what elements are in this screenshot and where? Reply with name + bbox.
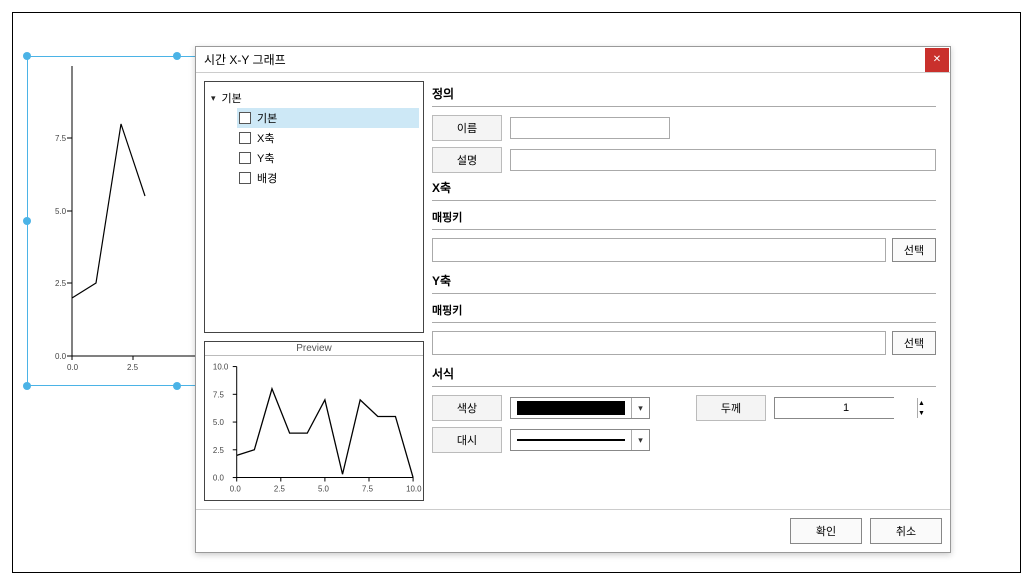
tree-item-checkbox[interactable] [239,152,251,164]
svg-text:10.0: 10.0 [213,363,229,372]
svg-text:10.0: 10.0 [406,484,422,493]
dialog-footer: 확인 취소 [196,509,950,552]
thickness-up-button[interactable]: ▲ [918,398,925,408]
dialog-titlebar[interactable]: 시간 X-Y 그래프 ✕ [196,47,950,73]
divider [432,200,936,201]
y-mapping-label: 매핑키 [432,302,936,318]
svg-text:7.5: 7.5 [362,484,374,493]
svg-text:0.0: 0.0 [67,363,79,372]
svg-text:5.0: 5.0 [55,207,67,216]
ok-button[interactable]: 확인 [790,518,862,544]
tree-item-2[interactable]: Y축 [237,148,419,168]
close-icon: ✕ [933,54,941,65]
x-mapping-label: 매핑키 [432,209,936,225]
preview-header: Preview [205,342,423,356]
tree-item-checkbox[interactable] [239,112,251,124]
divider [432,322,936,323]
svg-text:2.5: 2.5 [127,363,139,372]
color-combo[interactable]: ▾ [510,397,650,419]
dash-preview-line [517,439,625,441]
svg-text:2.5: 2.5 [213,446,225,455]
thickness-label: 두께 [696,395,766,421]
color-label: 색상 [432,395,502,421]
tree-item-3[interactable]: 배경 [237,168,419,188]
y-mapping-select-button[interactable]: 선택 [892,331,936,355]
tree-item-0[interactable]: 기본 [237,108,419,128]
tree-root-node[interactable]: 기본 [209,88,419,108]
svg-text:2.5: 2.5 [55,279,67,288]
y-mapping-input[interactable] [432,331,886,355]
svg-text:2.5: 2.5 [274,484,286,493]
svg-text:0.0: 0.0 [213,474,225,483]
x-mapping-select-button[interactable]: 선택 [892,238,936,262]
section-xaxis-title: X축 [432,179,936,196]
preview-polyline [237,389,413,478]
tree-item-label: Y축 [257,150,274,166]
tree-item-checkbox[interactable] [239,132,251,144]
svg-text:0.0: 0.0 [55,352,67,361]
thickness-stepper[interactable]: ▲ ▼ [774,397,894,419]
tree-item-1[interactable]: X축 [237,128,419,148]
close-button[interactable]: ✕ [925,48,949,72]
svg-text:5.0: 5.0 [318,484,330,493]
description-label: 설명 [432,147,502,173]
name-label: 이름 [432,115,502,141]
section-format-title: 서식 [432,365,936,382]
tree-children: 기본 X축 Y축배경 [209,108,419,188]
thickness-down-button[interactable]: ▼ [918,408,925,418]
tree-item-label: X축 [257,130,274,146]
svg-text:7.5: 7.5 [55,134,67,143]
thickness-input[interactable] [775,398,917,418]
tree-root-label: 기본 [222,90,242,106]
preview-chart: 0.0 2.5 5.0 7.5 10.0 0.0 2.5 5.0 7.5 10.0 [205,356,423,500]
description-input[interactable] [510,149,936,171]
preview-y-ticks: 0.0 2.5 5.0 7.5 10.0 [213,363,237,483]
chevron-down-icon: ▾ [631,430,649,450]
tree-item-label: 기본 [257,110,277,126]
section-definition-title: 정의 [432,85,936,102]
dash-label: 대시 [432,427,502,453]
dialog-title: 시간 X-Y 그래프 [204,51,286,68]
divider [432,293,936,294]
svg-text:0.0: 0.0 [230,484,242,493]
cancel-button[interactable]: 취소 [870,518,942,544]
tree-item-label: 배경 [257,170,277,186]
tree-item-checkbox[interactable] [239,172,251,184]
svg-text:7.5: 7.5 [213,390,225,399]
dash-combo[interactable]: ▾ [510,429,650,451]
name-input[interactable] [510,117,670,139]
divider [432,386,936,387]
xy-graph-dialog: 시간 X-Y 그래프 ✕ 기본 기본X축Y축배경 Preview [195,46,951,553]
section-yaxis-title: Y축 [432,272,936,289]
x-mapping-input[interactable] [432,238,886,262]
preview-x-ticks: 0.0 2.5 5.0 7.5 10.0 [230,478,422,494]
divider [432,229,936,230]
svg-text:5.0: 5.0 [213,418,225,427]
chevron-down-icon: ▾ [631,398,649,418]
layer-tree-panel: 기본 기본 X축 Y축배경 [204,81,424,333]
divider [432,106,936,107]
preview-panel: Preview 0.0 2.5 5.0 7.5 10.0 0.0 2.5 5.0 7.5 10.… [204,341,424,501]
color-swatch [517,401,625,415]
